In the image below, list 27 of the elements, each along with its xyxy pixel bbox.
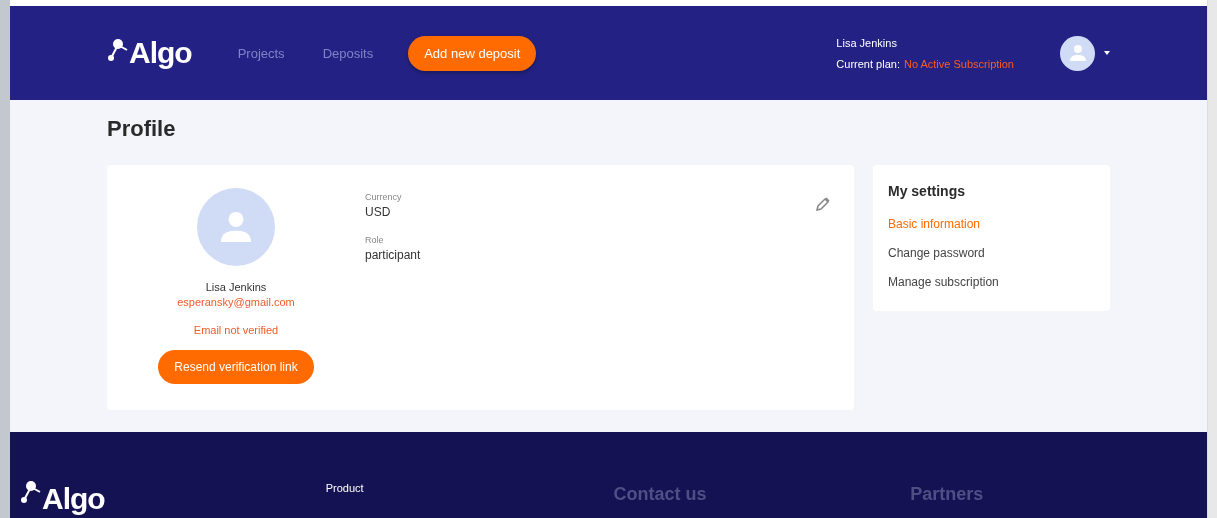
plan-label: Current plan: [836,57,900,70]
nav-link[interactable]: Projects [237,45,285,61]
profile-email: esperansky@gmail.com [177,296,295,308]
logo-text[interactable]: Algo [42,484,105,514]
footer-heading: Contact us [613,484,708,505]
field-label: Currency [365,192,403,202]
logo-nodes-icon [107,38,129,62]
settings-title: My settings [888,183,966,199]
field-label: Role [365,235,385,245]
user-name: Lisa Jenkins [836,36,898,49]
field-value: participant [365,248,421,262]
scrollbar[interactable] [1207,0,1217,518]
avatar-icon[interactable] [1060,35,1095,71]
nav-link[interactable]: Deposits [322,45,374,61]
logo-text[interactable]: Algo [129,38,192,68]
settings-link[interactable]: Change password [888,246,1095,260]
pencil-icon[interactable] [816,197,830,211]
verification-status: Email not verified [193,324,279,336]
logo-nodes-icon [20,480,42,504]
page-title: Profile [107,116,177,142]
profile-name: Lisa Jenkins [205,281,267,293]
footer-heading: Partners [910,484,985,505]
settings-link[interactable]: Manage subscription [888,275,1095,289]
field-value: USD [365,205,392,219]
plan-value: No Active Subscription [903,57,1014,70]
footer-link[interactable]: Product [325,482,614,494]
caret-icon[interactable] [1104,51,1110,55]
